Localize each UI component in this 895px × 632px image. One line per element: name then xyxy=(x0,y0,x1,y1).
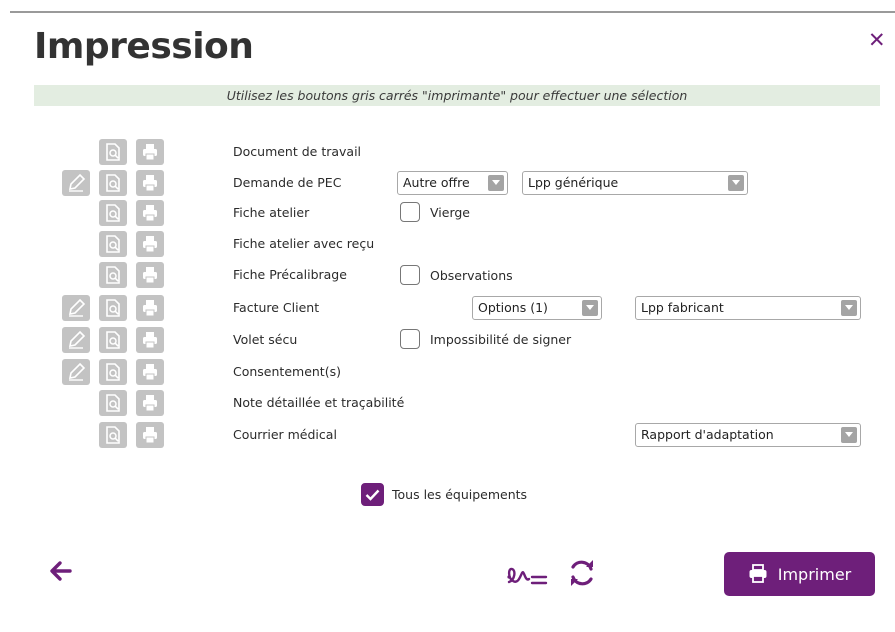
print-button-label: Imprimer xyxy=(777,564,852,584)
signature-button[interactable] xyxy=(506,559,550,591)
print-button-volet-secu[interactable] xyxy=(136,327,164,353)
preview-icon xyxy=(106,331,120,349)
printer-icon xyxy=(749,564,767,583)
facture-options-value: Options (1) xyxy=(478,300,548,315)
row-label-fiche-precalibrage: Fiche Précalibrage xyxy=(233,267,347,282)
print-button-note-detaillee[interactable] xyxy=(136,390,164,416)
printer-icon xyxy=(143,267,157,284)
row-label-demande-de-pec: Demande de PEC xyxy=(233,175,342,190)
pencil-icon xyxy=(68,173,86,192)
preview-icon xyxy=(106,204,120,222)
signature-icon xyxy=(507,567,548,585)
pec-lpp-select[interactable]: Lpp générique xyxy=(522,171,748,195)
impossibilite-label: Impossibilité de signer xyxy=(430,332,572,347)
print-button-document-de-travail[interactable] xyxy=(136,139,164,165)
sign-button-volet-secu[interactable] xyxy=(62,327,90,353)
printer-icon xyxy=(143,395,157,412)
preview-button-courrier-medical[interactable] xyxy=(99,422,127,448)
print-button-consentements[interactable] xyxy=(136,359,164,385)
printer-icon xyxy=(143,332,157,349)
row-label-volet-secu: Volet sécu xyxy=(233,332,298,347)
chevron-down-icon xyxy=(728,175,744,191)
row-label-note-detaillee: Note détaillée et traçabilité xyxy=(233,395,405,410)
vierge-label: Vierge xyxy=(430,205,470,220)
row-label-document-de-travail: Document de travail xyxy=(233,144,362,159)
chevron-down-icon xyxy=(582,300,598,316)
chevron-down-icon xyxy=(841,427,857,443)
sign-button-facture-client[interactable] xyxy=(62,295,90,321)
pencil-icon xyxy=(68,298,86,317)
print-button-fiche-atelier-avec-recu[interactable] xyxy=(136,231,164,257)
preview-button-fiche-atelier[interactable] xyxy=(99,200,127,226)
impossibilite-checkbox[interactable] xyxy=(400,329,420,349)
printer-icon xyxy=(143,236,157,253)
preview-button-volet-secu[interactable] xyxy=(99,327,127,353)
refresh-button[interactable] xyxy=(567,558,597,592)
preview-icon xyxy=(106,299,120,317)
facture-options-select[interactable]: Options (1) xyxy=(472,296,602,320)
pec-lpp-value: Lpp générique xyxy=(528,175,619,190)
preview-button-fiche-atelier-avec-recu[interactable] xyxy=(99,231,127,257)
pencil-icon xyxy=(68,362,86,381)
preview-button-demande-de-pec[interactable] xyxy=(99,170,127,196)
preview-button-consentements[interactable] xyxy=(99,359,127,385)
window-top-border xyxy=(10,11,895,13)
tous-equipements-label: Tous les équipements xyxy=(392,487,528,502)
instruction-banner: Utilisez les boutons gris carrés "imprim… xyxy=(34,85,880,106)
facture-lpp-select[interactable]: Lpp fabricant xyxy=(635,296,861,320)
printer-icon xyxy=(143,175,157,192)
print-button-fiche-precalibrage[interactable] xyxy=(136,262,164,288)
row-label-fiche-atelier: Fiche atelier xyxy=(233,205,310,220)
facture-lpp-value: Lpp fabricant xyxy=(641,300,724,315)
printer-icon xyxy=(143,300,157,317)
row-label-facture-client: Facture Client xyxy=(233,300,320,315)
row-label-courrier-medical: Courrier médical xyxy=(233,427,337,442)
preview-icon xyxy=(106,235,120,253)
print-button[interactable]: Imprimer xyxy=(724,552,875,596)
printer-icon xyxy=(143,364,157,381)
row-label-consentements: Consentement(s) xyxy=(233,364,341,379)
preview-icon xyxy=(106,363,120,381)
preview-icon xyxy=(106,394,120,412)
printer-icon xyxy=(143,205,157,222)
preview-icon xyxy=(106,143,120,161)
print-button-courrier-medical[interactable] xyxy=(136,422,164,448)
tous-equipements-checkbox[interactable] xyxy=(361,483,384,506)
pec-offer-value: Autre offre xyxy=(403,175,470,190)
close-icon[interactable]: ✕ xyxy=(868,30,886,51)
preview-button-document-de-travail[interactable] xyxy=(99,139,127,165)
preview-button-facture-client[interactable] xyxy=(99,295,127,321)
row-label-fiche-atelier-avec-recu: Fiche atelier avec reçu xyxy=(233,236,375,251)
dialog-title: Impression xyxy=(34,26,254,67)
chevron-down-icon xyxy=(841,300,857,316)
sign-button-consentements[interactable] xyxy=(62,359,90,385)
preview-icon xyxy=(106,426,120,444)
arrow-left-icon xyxy=(50,561,72,581)
preview-icon xyxy=(106,174,120,192)
printer-icon xyxy=(143,144,157,161)
observations-checkbox[interactable] xyxy=(400,265,420,285)
vierge-checkbox[interactable] xyxy=(400,202,420,222)
print-button-facture-client[interactable] xyxy=(136,295,164,321)
preview-button-fiche-precalibrage[interactable] xyxy=(99,262,127,288)
courrier-report-select[interactable]: Rapport d'adaptation xyxy=(635,423,861,447)
sign-button-demande-de-pec[interactable] xyxy=(62,170,90,196)
preview-button-note-detaillee[interactable] xyxy=(99,390,127,416)
pencil-icon xyxy=(68,330,86,349)
preview-icon xyxy=(106,266,120,284)
printer-icon xyxy=(143,427,157,444)
print-button-fiche-atelier[interactable] xyxy=(136,200,164,226)
chevron-down-icon xyxy=(488,175,504,191)
check-icon xyxy=(365,489,380,501)
refresh-icon xyxy=(571,560,593,586)
print-button-demande-de-pec[interactable] xyxy=(136,170,164,196)
courrier-report-value: Rapport d'adaptation xyxy=(641,427,774,442)
back-button[interactable] xyxy=(48,560,72,586)
pec-offer-select[interactable]: Autre offre xyxy=(397,171,508,195)
observations-label: Observations xyxy=(430,268,513,283)
